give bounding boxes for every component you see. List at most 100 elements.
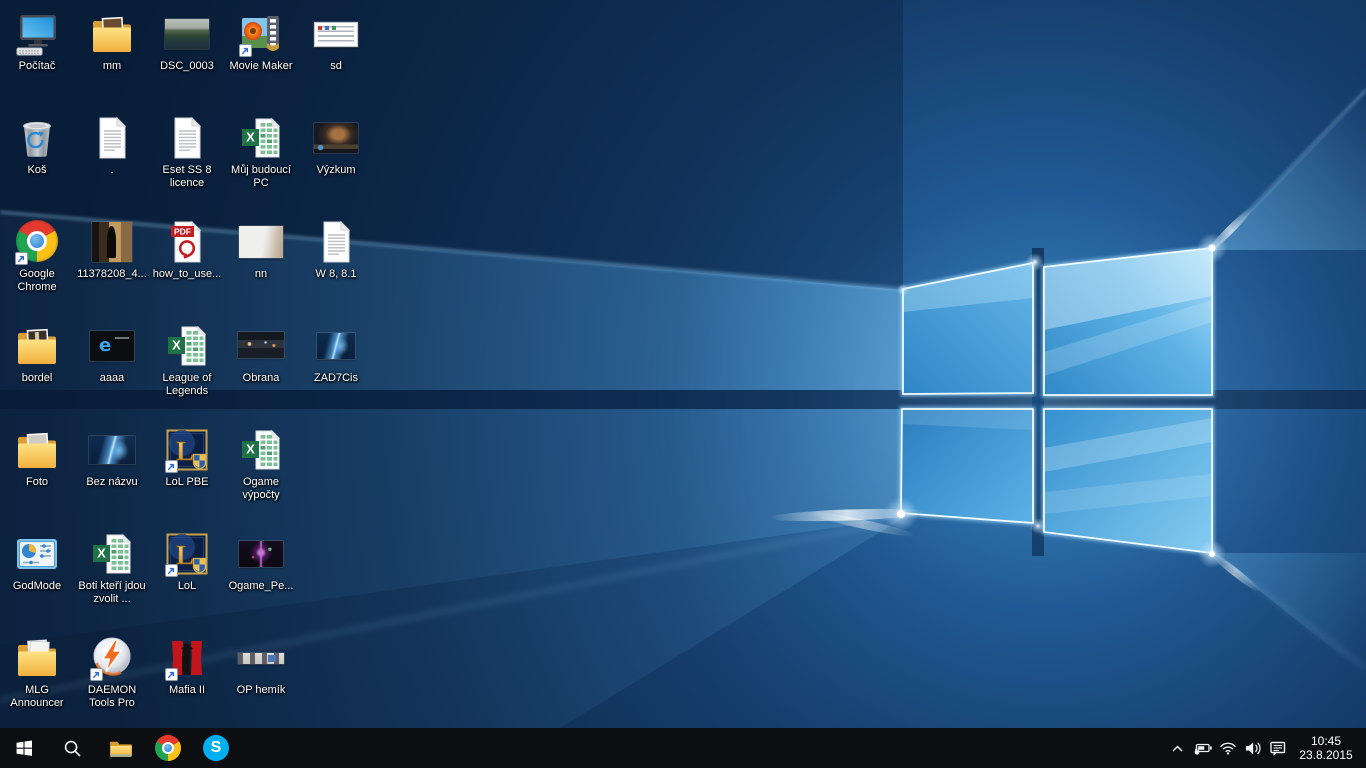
taskbar-chrome-button[interactable] (144, 728, 192, 768)
tray-network-wifi-button[interactable] (1215, 728, 1240, 768)
windows-desktop: Počítač Koš Google Chrome bordel Foto GodMode… (0, 0, 1366, 768)
svg-text:X: X (172, 338, 181, 353)
photo-landscape-icon (163, 10, 211, 58)
desktop-icon-mm[interactable]: mm (75, 6, 149, 73)
desktop-icon-mafia-ii[interactable]: Mafia II (150, 630, 224, 697)
excel-icon: X (88, 530, 136, 578)
desktop-icon-label: OP hemík (224, 684, 298, 697)
taskbar-search-button[interactable] (48, 728, 96, 768)
desktop-icon-label: sd (299, 60, 373, 73)
shot-win10-small-icon (312, 322, 360, 370)
desktop-icon-m-j-budouc-pc[interactable]: X Můj budoucí PC (224, 110, 298, 190)
desktop-icon-league-of-legends[interactable]: X League of Legends (150, 318, 224, 398)
desktop-icon-movie-maker[interactable]: Movie Maker (224, 6, 298, 73)
desktop-icon-label: bordel (0, 372, 74, 385)
volume-icon (1244, 740, 1262, 756)
taskbar-skype-button[interactable]: S (192, 728, 240, 768)
desktop-icon-boti-kte-jdou-zvolit[interactable]: XBoti kteří jdou zvolit ... (75, 526, 149, 606)
desktop-icon-op-hem-k[interactable]: OP hemík (224, 630, 298, 697)
desktop-icon-label: Bez názvu (75, 476, 149, 489)
desktop-icon-godmode[interactable]: GodMode (0, 526, 74, 593)
desktop-icon-mlg-announcer[interactable]: MLG Announcer (0, 630, 74, 710)
taskbar-start-button[interactable] (0, 728, 48, 768)
taskbar-empty-area[interactable] (240, 728, 1165, 768)
shortcut-arrow-icon (165, 564, 178, 577)
windows-logo-icon (14, 738, 34, 758)
desktop-icon-nn[interactable]: nn (224, 214, 298, 281)
desktop-icon-label: Foto (0, 476, 74, 489)
photo-strip-icon (237, 634, 285, 682)
doc-lines-icon (88, 114, 136, 162)
shot-dark-icon (237, 322, 285, 370)
taskbar-file-explorer-button[interactable] (96, 728, 144, 768)
desktop-icon-bez-n-zvu[interactable]: Bez názvu (75, 422, 149, 489)
desktop-icon-ko[interactable]: Koš (0, 110, 74, 177)
desktop-icon-zad7cis[interactable]: ZAD7Cis (299, 318, 373, 385)
desktop-icon-label: LoL (150, 580, 224, 593)
desktop-icon-lol[interactable]: LLoL (150, 526, 224, 593)
desktop-icon-11378208-4[interactable]: 11378208_4... (75, 214, 149, 281)
system-tray: 10:45 23.8.2015 (1165, 728, 1366, 768)
tray-icons (1165, 728, 1290, 768)
tray-hidden-icons-button[interactable] (1165, 728, 1190, 768)
shortcut-arrow-icon (165, 460, 178, 473)
desktop-icon-how-to-use[interactable]: PDF how_to_use... (150, 214, 224, 281)
desktop-icon-label: Můj budoucí PC (224, 164, 298, 190)
folder-docs-icon (13, 634, 61, 682)
photo-space-icon (237, 530, 285, 578)
desktop-icon-label: Movie Maker (224, 60, 298, 73)
desktop-icon-label: mm (75, 60, 149, 73)
desktop-icon-eset-ss-8-licence[interactable]: Eset SS 8 licence (150, 110, 224, 190)
shortcut-arrow-icon (15, 252, 28, 265)
clock-time: 10:45 (1294, 734, 1358, 748)
tray-action-center-button[interactable] (1265, 728, 1290, 768)
tray-volume-button[interactable] (1240, 728, 1265, 768)
desktop-icon-label: ZAD7Cis (299, 372, 373, 385)
desktop-icon-v-zkum[interactable]: Výzkum (299, 110, 373, 177)
desktop-icon-ogame-pe[interactable]: Ogame_Pe... (224, 526, 298, 593)
photo-pale-icon (237, 218, 285, 266)
this-pc-icon (13, 10, 61, 58)
desktop-icon-label: DAEMON Tools Pro (75, 684, 149, 710)
chrome-icon (155, 735, 181, 761)
desktop-icon-label: Ogame_Pe... (224, 580, 298, 593)
svg-text:X: X (246, 130, 255, 145)
desktop-icon-label: W 8, 8.1 (299, 268, 373, 281)
desktop-icon-obrana[interactable]: Obrana (224, 318, 298, 385)
desktop-icon-sd[interactable]: sd (299, 6, 373, 73)
desktop-icon-label: 11378208_4... (75, 268, 149, 281)
excel-icon: X (237, 426, 285, 474)
desktop-icon-dsc-0003[interactable]: DSC_0003 (150, 6, 224, 73)
desktop-icon-label: how_to_use... (150, 268, 224, 281)
desktop-icon-po-ta[interactable]: Počítač (0, 6, 74, 73)
doc-lines-icon (312, 218, 360, 266)
desktop-icon-label: nn (224, 268, 298, 281)
shot-edge-icon: e (88, 322, 136, 370)
desktop-icon-foto[interactable]: Foto (0, 422, 74, 489)
desktop-icon-w-8-8-1[interactable]: W 8, 8.1 (299, 214, 373, 281)
tray-clock[interactable]: 10:45 23.8.2015 (1294, 734, 1358, 762)
file-explorer-icon (108, 736, 133, 761)
desktop-icon-dot[interactable]: . (75, 110, 149, 177)
daemon-icon (88, 634, 136, 682)
desktop-icon-ogame-v-po-ty[interactable]: XOgame výpočty (224, 422, 298, 502)
folder-photo-light-icon (13, 426, 61, 474)
shot-game-icon (312, 114, 360, 162)
action-center-icon (1269, 740, 1287, 757)
tray-battery-charging-button[interactable] (1190, 728, 1215, 768)
desktop-icon-label: Ogame výpočty (224, 476, 298, 502)
mafia-icon (163, 634, 211, 682)
desktop-icon-label: League of Legends (150, 372, 224, 398)
shortcut-arrow-icon (90, 668, 103, 681)
desktop-icon-aaaa[interactable]: eaaaa (75, 318, 149, 385)
moviemaker-icon (237, 10, 285, 58)
desktop-icon-label: DSC_0003 (150, 60, 224, 73)
desktop-icon-google-chrome[interactable]: Google Chrome (0, 214, 74, 294)
desktop-icon-lol-pbe[interactable]: LLoL PBE (150, 422, 224, 489)
desktop-icon-label: Výzkum (299, 164, 373, 177)
desktop-icon-daemon-tools-pro[interactable]: DAEMON Tools Pro (75, 630, 149, 710)
shortcut-arrow-icon (239, 44, 252, 57)
desktop-icon-bordel[interactable]: bordel (0, 318, 74, 385)
svg-text:X: X (97, 546, 106, 561)
svg-text:PDF: PDF (174, 227, 191, 237)
